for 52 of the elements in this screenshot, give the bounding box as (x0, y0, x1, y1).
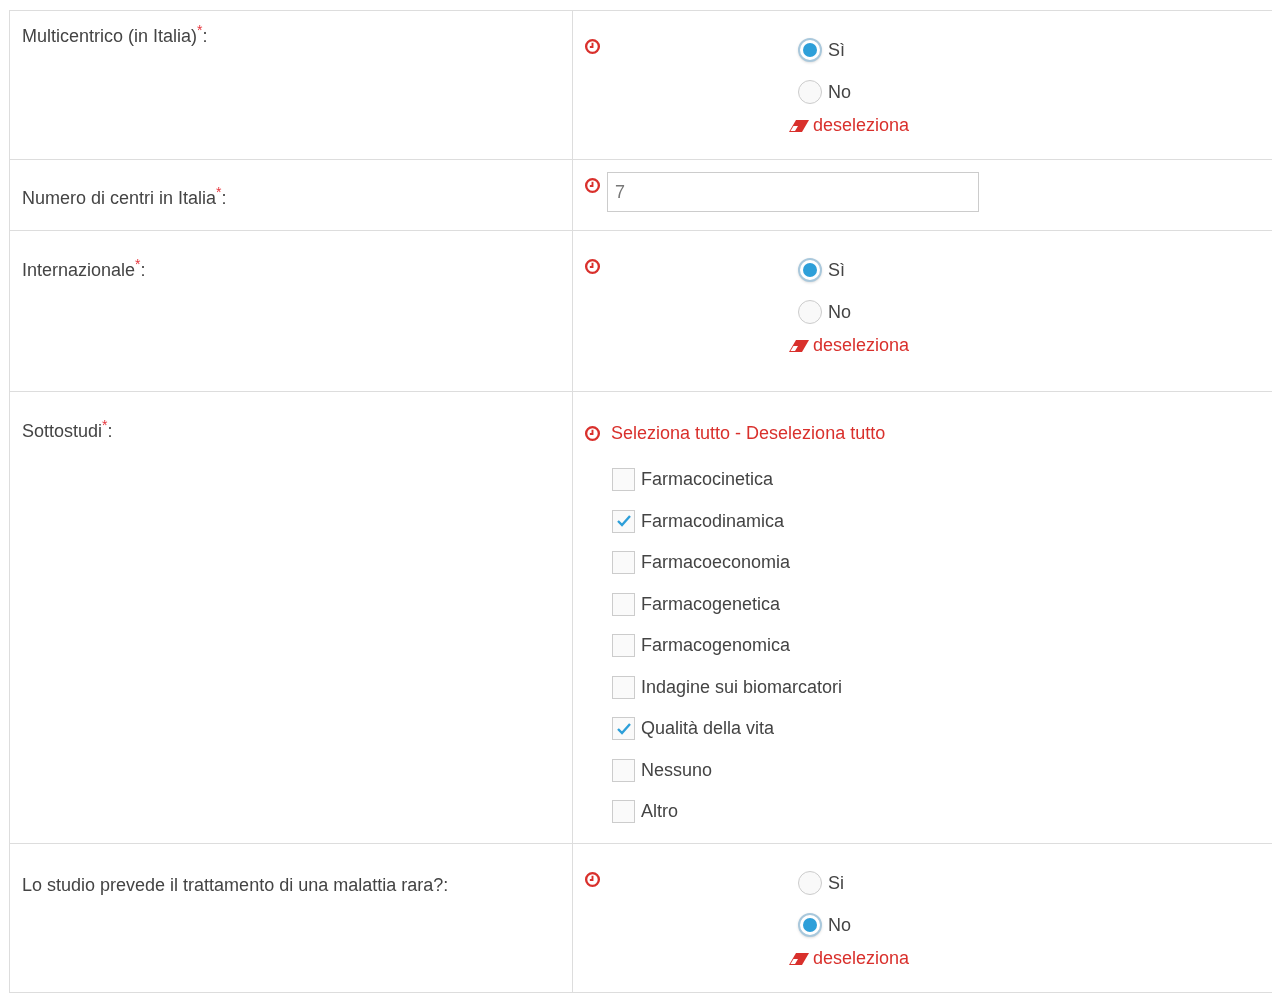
radio-button[interactable] (798, 300, 822, 324)
radio-button[interactable] (798, 871, 822, 895)
option-label: Si (828, 871, 844, 895)
option-label: Farmacogenomica (641, 634, 791, 658)
field-label: Lo studio prevede il trattamento di una malattia rara?: (22, 874, 450, 897)
clock-icon (584, 177, 601, 194)
option-label: Nessuno (641, 758, 713, 782)
checkbox[interactable] (612, 800, 635, 824)
deselect-all-link[interactable]: Deseleziona tutto (746, 420, 886, 447)
field-label: Sottostudi$^{*}$: (22, 418, 114, 443)
option-label: Farmacocinetica (641, 468, 774, 492)
option-label: Farmacoeconomia (641, 551, 791, 575)
option-label: Sì (828, 258, 845, 282)
clock-icon (584, 38, 601, 55)
clock-icon (584, 871, 601, 888)
separator: - (735, 422, 742, 445)
eraser-icon (789, 339, 809, 352)
radio-button[interactable] (798, 913, 822, 937)
option-label: Farmacogenetica (641, 592, 781, 616)
option-label: No (828, 80, 851, 104)
option-label: No (828, 913, 851, 937)
clock-icon (584, 258, 601, 275)
checkbox[interactable] (612, 717, 635, 741)
option-label: Qualità della vita (641, 717, 775, 741)
option-label: Indagine sui biomarcatori (641, 675, 843, 699)
checkbox[interactable] (612, 758, 635, 782)
option-label: No (828, 300, 851, 324)
check-icon (615, 514, 632, 529)
check-icon (615, 721, 632, 736)
deselect-link[interactable]: deseleziona (789, 112, 910, 139)
eraser-icon (789, 119, 809, 132)
radio-button[interactable] (798, 80, 822, 104)
field-label: Multicentrico (in Italia)$^{*}$: (22, 23, 209, 48)
select-all-link[interactable]: Seleziona tutto (611, 420, 731, 447)
option-label: Altro (641, 800, 678, 824)
checkbox[interactable] (612, 675, 635, 699)
checkbox[interactable] (612, 634, 635, 658)
checkbox[interactable] (612, 592, 635, 616)
text-field[interactable]: 7 (607, 172, 979, 212)
deselect-link[interactable]: deseleziona (789, 945, 910, 972)
field-label: Internazionale$^{*}$: (22, 257, 147, 282)
radio-button[interactable] (798, 258, 822, 282)
checkbox[interactable] (612, 509, 635, 533)
checkbox[interactable] (612, 468, 635, 492)
option-label: Farmacodinamica (641, 509, 785, 533)
option-label: Sì (828, 38, 845, 62)
field-label: Numero di centri in Italia$^{*}$: (22, 185, 228, 210)
eraser-icon (789, 952, 809, 965)
radio-button[interactable] (798, 38, 822, 62)
deselect-link[interactable]: deseleziona (789, 332, 910, 359)
checkbox[interactable] (612, 551, 635, 575)
clock-icon (584, 425, 601, 442)
